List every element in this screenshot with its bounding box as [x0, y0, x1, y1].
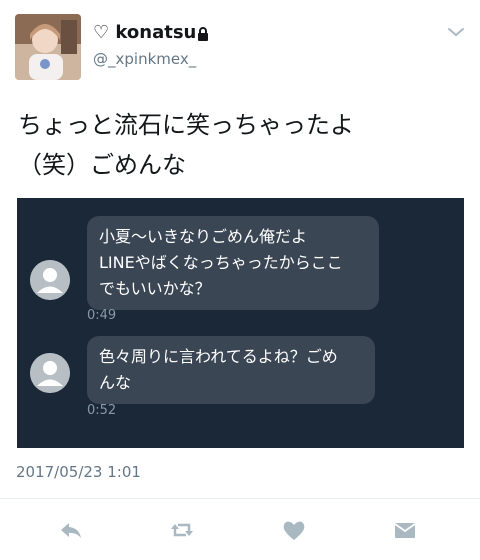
sender-avatar	[30, 260, 70, 300]
tweet-text: ちょっと流石に笑っちゃったよ （笑）ごめんな	[18, 105, 463, 185]
tweet-timestamp[interactable]: 2017/05/23 1:01	[16, 463, 141, 481]
sender-avatar	[30, 353, 70, 393]
message-line: 小夏〜いきなりごめん俺だよ	[99, 227, 308, 246]
reply-icon[interactable]	[58, 517, 84, 543]
message-line: LINEやばくなっちゃったからここ	[99, 253, 343, 272]
like-icon[interactable]	[281, 517, 307, 543]
tweet-line: ちょっと流石に笑っちゃったよ	[18, 111, 354, 139]
message-time: 0:49	[87, 308, 117, 323]
lock-icon	[198, 27, 208, 41]
retweet-icon[interactable]	[169, 517, 195, 543]
tweet-line: （笑）ごめんな	[18, 151, 186, 179]
user-handle[interactable]: @_xpinkmex_	[93, 50, 196, 68]
message-icon[interactable]	[392, 517, 418, 543]
chevron-down-icon[interactable]	[447, 26, 465, 38]
tweet-actions	[0, 499, 480, 560]
profile-avatar[interactable]	[15, 14, 81, 80]
message-bubble: 色々周りに言われてるよね？ごめ んな	[87, 336, 375, 404]
message-bubble: 小夏〜いきなりごめん俺だよ LINEやばくなっちゃったからここ でもいいかな？	[87, 216, 379, 310]
tweet-header: ♡ konatsu. @_xpinkmex_	[0, 0, 480, 90]
message-line: 色々周りに言われてるよね？ごめ	[99, 347, 338, 366]
message-time: 0:52	[87, 403, 117, 418]
message-line: んな	[99, 373, 132, 392]
message-line: でもいいかな？	[99, 279, 211, 298]
attached-image[interactable]: 小夏〜いきなりごめん俺だよ LINEやばくなっちゃったからここ でもいいかな？ …	[17, 198, 464, 448]
display-name[interactable]: ♡ konatsu.	[93, 22, 203, 43]
